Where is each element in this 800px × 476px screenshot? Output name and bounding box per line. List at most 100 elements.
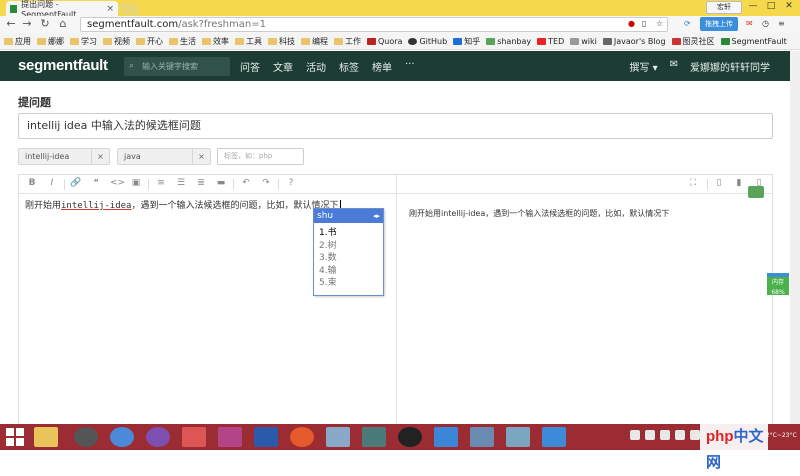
username-link[interactable]: 爱娜娜的轩轩同学 (690, 59, 770, 74)
link-icon[interactable]: 🔗 (70, 178, 82, 188)
ime-candidate[interactable]: 1.书 (319, 227, 378, 240)
side-widget-icon[interactable] (748, 186, 764, 198)
nav-item-rank[interactable]: 榜单 (372, 59, 392, 74)
page-scrollbar[interactable] (790, 51, 800, 424)
bookmark-item[interactable]: 工具 (235, 36, 262, 47)
ordered-list-icon[interactable]: ≡ (155, 178, 167, 188)
intellij-icon[interactable] (542, 427, 566, 447)
memory-widget[interactable]: 内存 68% (767, 273, 789, 296)
reload-icon[interactable]: ↻ (38, 17, 52, 31)
question-title-input[interactable]: intellij idea 中输入法的候选框问题 (18, 113, 773, 139)
new-tab-button[interactable] (117, 3, 141, 15)
quote-icon[interactable]: ❝ (90, 178, 102, 188)
bold-icon[interactable]: B (26, 178, 38, 188)
ime-candidate[interactable]: 3.数 (319, 252, 378, 265)
tray-icon[interactable] (690, 430, 700, 440)
qq-icon[interactable] (398, 427, 422, 447)
split-mode-icon[interactable]: ▮ (733, 178, 745, 188)
italic-icon[interactable]: I (46, 178, 58, 188)
app-icon[interactable] (218, 427, 242, 447)
bookmark-item[interactable]: 学习 (70, 36, 97, 47)
bookmark-item[interactable]: 科技 (268, 36, 295, 47)
bookmark-item[interactable]: SegmentFault (720, 37, 787, 46)
hr-icon[interactable]: ▬ (215, 178, 227, 188)
undo-icon[interactable]: ↶ (240, 178, 252, 188)
nav-item-articles[interactable]: 文章 (273, 59, 293, 74)
ime-page-arrows-icon[interactable]: ◂▸ (373, 209, 380, 223)
nav-item-questions[interactable]: 问答 (240, 59, 260, 74)
bookmark-item[interactable]: TED (537, 37, 564, 46)
close-window-button[interactable]: ✕ (780, 0, 798, 14)
app-icon[interactable] (146, 427, 170, 447)
site-search-input[interactable]: ⌕ 输入关键字搜索 (124, 57, 230, 76)
ime-candidate[interactable]: 4.输 (319, 265, 378, 278)
bookmark-item[interactable]: 工作 (334, 36, 361, 47)
reader-icon[interactable]: ▯ (642, 17, 646, 31)
app-icon[interactable] (434, 427, 458, 447)
bookmark-item[interactable]: 图灵社区 (671, 36, 715, 47)
app-icon[interactable] (290, 427, 314, 447)
tag-remove-icon[interactable]: × (192, 149, 210, 164)
explorer-icon[interactable] (34, 427, 58, 447)
word-icon[interactable] (254, 427, 278, 447)
pro-extension-icon[interactable]: ● (628, 17, 635, 31)
bookmark-item[interactable]: 娜娜 (37, 36, 64, 47)
edit-mode-icon[interactable]: ▯ (713, 178, 725, 188)
mail-icon[interactable]: ✉ (670, 59, 678, 74)
chrome-icon[interactable] (110, 427, 134, 447)
app-icon[interactable] (470, 427, 494, 447)
tab-close-icon[interactable]: × (106, 4, 114, 14)
heading-icon[interactable]: ≣ (195, 178, 207, 188)
bookmark-item[interactable]: shanbay (486, 37, 531, 46)
url-bar[interactable]: segmentfault.com/ask?freshman=1 (80, 17, 668, 32)
tag-input[interactable]: 标签，如：php (217, 148, 304, 165)
bookmark-item[interactable]: 开心 (136, 36, 163, 47)
bookmark-item[interactable]: GitHub (408, 37, 447, 46)
tray-icon[interactable] (630, 430, 640, 440)
help-icon[interactable]: ? (285, 178, 297, 188)
bookmark-item[interactable]: Quora (367, 37, 402, 46)
browser-tab[interactable]: 提出问题 - SegmentFault × (6, 0, 118, 19)
forward-arrow-icon[interactable]: → (20, 17, 34, 31)
home-icon[interactable]: ⌂ (56, 17, 70, 31)
tray-icon[interactable] (675, 430, 685, 440)
menu-icon[interactable]: ≡ (778, 17, 785, 31)
nav-item-tags[interactable]: 标签 (339, 59, 359, 74)
bookmark-item[interactable]: 知乎 (453, 36, 480, 47)
image-icon[interactable]: ▣ (130, 178, 142, 188)
star-bookmark-icon[interactable]: ☆ (656, 17, 663, 31)
mail-extension-icon[interactable]: ✉ (746, 17, 753, 31)
bookmark-item[interactable]: 编程 (301, 36, 328, 47)
app-icon[interactable] (506, 427, 530, 447)
tag-remove-icon[interactable]: × (91, 149, 109, 164)
unordered-list-icon[interactable]: ☰ (175, 178, 187, 188)
editor-textarea[interactable]: 刚开始用intellij-idea，遇到一个输入法候选框的问题，比如，默认情况下 (25, 198, 342, 211)
nav-item-more[interactable]: ··· (405, 59, 415, 74)
app-icon[interactable] (326, 427, 350, 447)
write-menu-button[interactable]: 撰写 ▾ (629, 59, 657, 74)
media-player-icon[interactable] (74, 427, 98, 447)
nav-item-events[interactable]: 活动 (306, 59, 326, 74)
site-logo[interactable]: segmentfault (18, 57, 108, 74)
bookmark-item[interactable]: 效率 (202, 36, 229, 47)
clock-extension-icon[interactable]: ◷ (762, 17, 769, 31)
profile-badge[interactable]: 宏轩 (706, 1, 742, 14)
windows-start-icon[interactable] (6, 428, 24, 446)
maximize-button[interactable]: □ (762, 0, 780, 14)
ime-candidate[interactable]: 5.束 (319, 277, 378, 290)
minimize-button[interactable]: — (744, 0, 762, 14)
app-icon[interactable] (362, 427, 386, 447)
app-icon[interactable] (182, 427, 206, 447)
tray-icon[interactable] (645, 430, 655, 440)
bookmark-item[interactable]: 视频 (103, 36, 130, 47)
tray-icon[interactable] (660, 430, 670, 440)
back-arrow-icon[interactable]: ← (4, 17, 18, 31)
code-icon[interactable]: <> (110, 178, 125, 188)
bookmark-item[interactable]: 生活 (169, 36, 196, 47)
upload-button[interactable]: 拖拽上传 (700, 17, 738, 31)
fullscreen-icon[interactable]: ⛶ (687, 178, 699, 188)
bookmark-item[interactable]: Javaor's Blog (602, 37, 666, 46)
redo-icon[interactable]: ↷ (260, 178, 272, 188)
cloud-extension-icon[interactable]: ⟳ (684, 17, 691, 31)
ime-candidate[interactable]: 2.树 (319, 240, 378, 253)
